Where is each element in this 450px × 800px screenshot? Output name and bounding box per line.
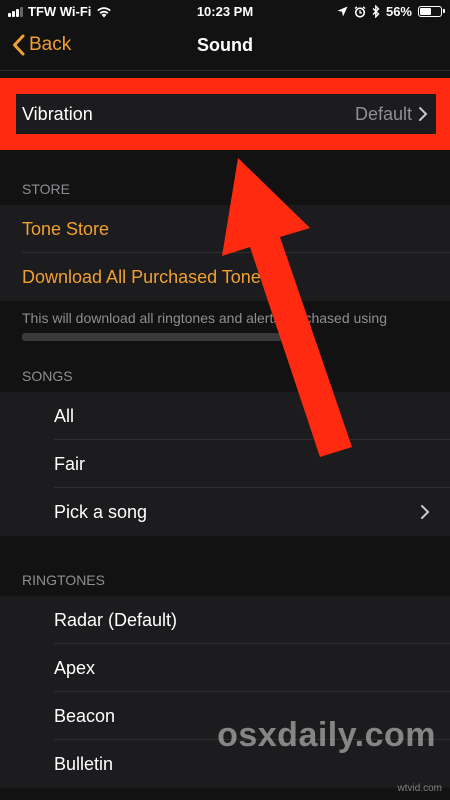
status-bar: TFW Wi-Fi 10:23 PM 56% (0, 0, 450, 24)
store-footer-text: This will download all ringtones and ale… (22, 309, 432, 345)
battery-icon (418, 6, 445, 17)
download-all-label: Download All Purchased Tones (22, 266, 270, 287)
store-footer-label: This will download all ringtones and ale… (22, 310, 387, 326)
vibration-row[interactable]: Vibration Default (16, 94, 436, 134)
redacted-text (22, 333, 282, 342)
tone-store-row[interactable]: Tone Store (0, 205, 450, 253)
battery-fill (420, 8, 431, 15)
song-label: Pick a song (54, 501, 148, 522)
song-label: Fair (54, 453, 85, 474)
songs-section-header: SONGS (22, 368, 73, 384)
tone-store-label: Tone Store (22, 218, 110, 239)
store-section-header: STORE (22, 181, 70, 197)
store-group: Tone Store Download All Purchased Tones (0, 205, 450, 301)
watermark-logo: osxdaily.com (217, 716, 436, 754)
navigation-bar: Back Sound (0, 24, 450, 71)
chevron-right-icon (421, 505, 430, 519)
ringtone-label: Beacon (54, 705, 116, 726)
alarm-icon (354, 5, 366, 18)
download-all-purchased-tones-row[interactable]: Download All Purchased Tones (0, 253, 450, 301)
ringtones-group: Radar (Default) Apex Beacon Bulletin (0, 596, 450, 788)
chevron-right-icon (419, 107, 428, 121)
ringtone-label: Bulletin (54, 753, 114, 774)
song-row-fair[interactable]: Fair (0, 440, 450, 488)
watermark-small: wtvid.com (397, 783, 442, 794)
song-label: All (54, 405, 75, 426)
song-row-all[interactable]: All (0, 392, 450, 440)
song-row-pick-a-song[interactable]: Pick a song (0, 488, 450, 536)
bluetooth-icon (372, 5, 380, 18)
ringtones-section-header: RINGTONES (22, 572, 105, 588)
ringtone-label: Apex (54, 657, 96, 678)
status-right: 56% (337, 4, 445, 19)
vibration-label: Vibration (22, 103, 93, 124)
ringtone-row-apex[interactable]: Apex (0, 644, 450, 692)
ringtone-label: Radar (Default) (54, 609, 178, 630)
location-icon (337, 6, 348, 17)
songs-group: All Fair Pick a song (0, 392, 450, 536)
battery-percent: 56% (385, 4, 412, 19)
page-title: Sound (197, 35, 253, 55)
vibration-value: Default (354, 103, 412, 124)
ringtone-row-radar[interactable]: Radar (Default) (0, 596, 450, 644)
